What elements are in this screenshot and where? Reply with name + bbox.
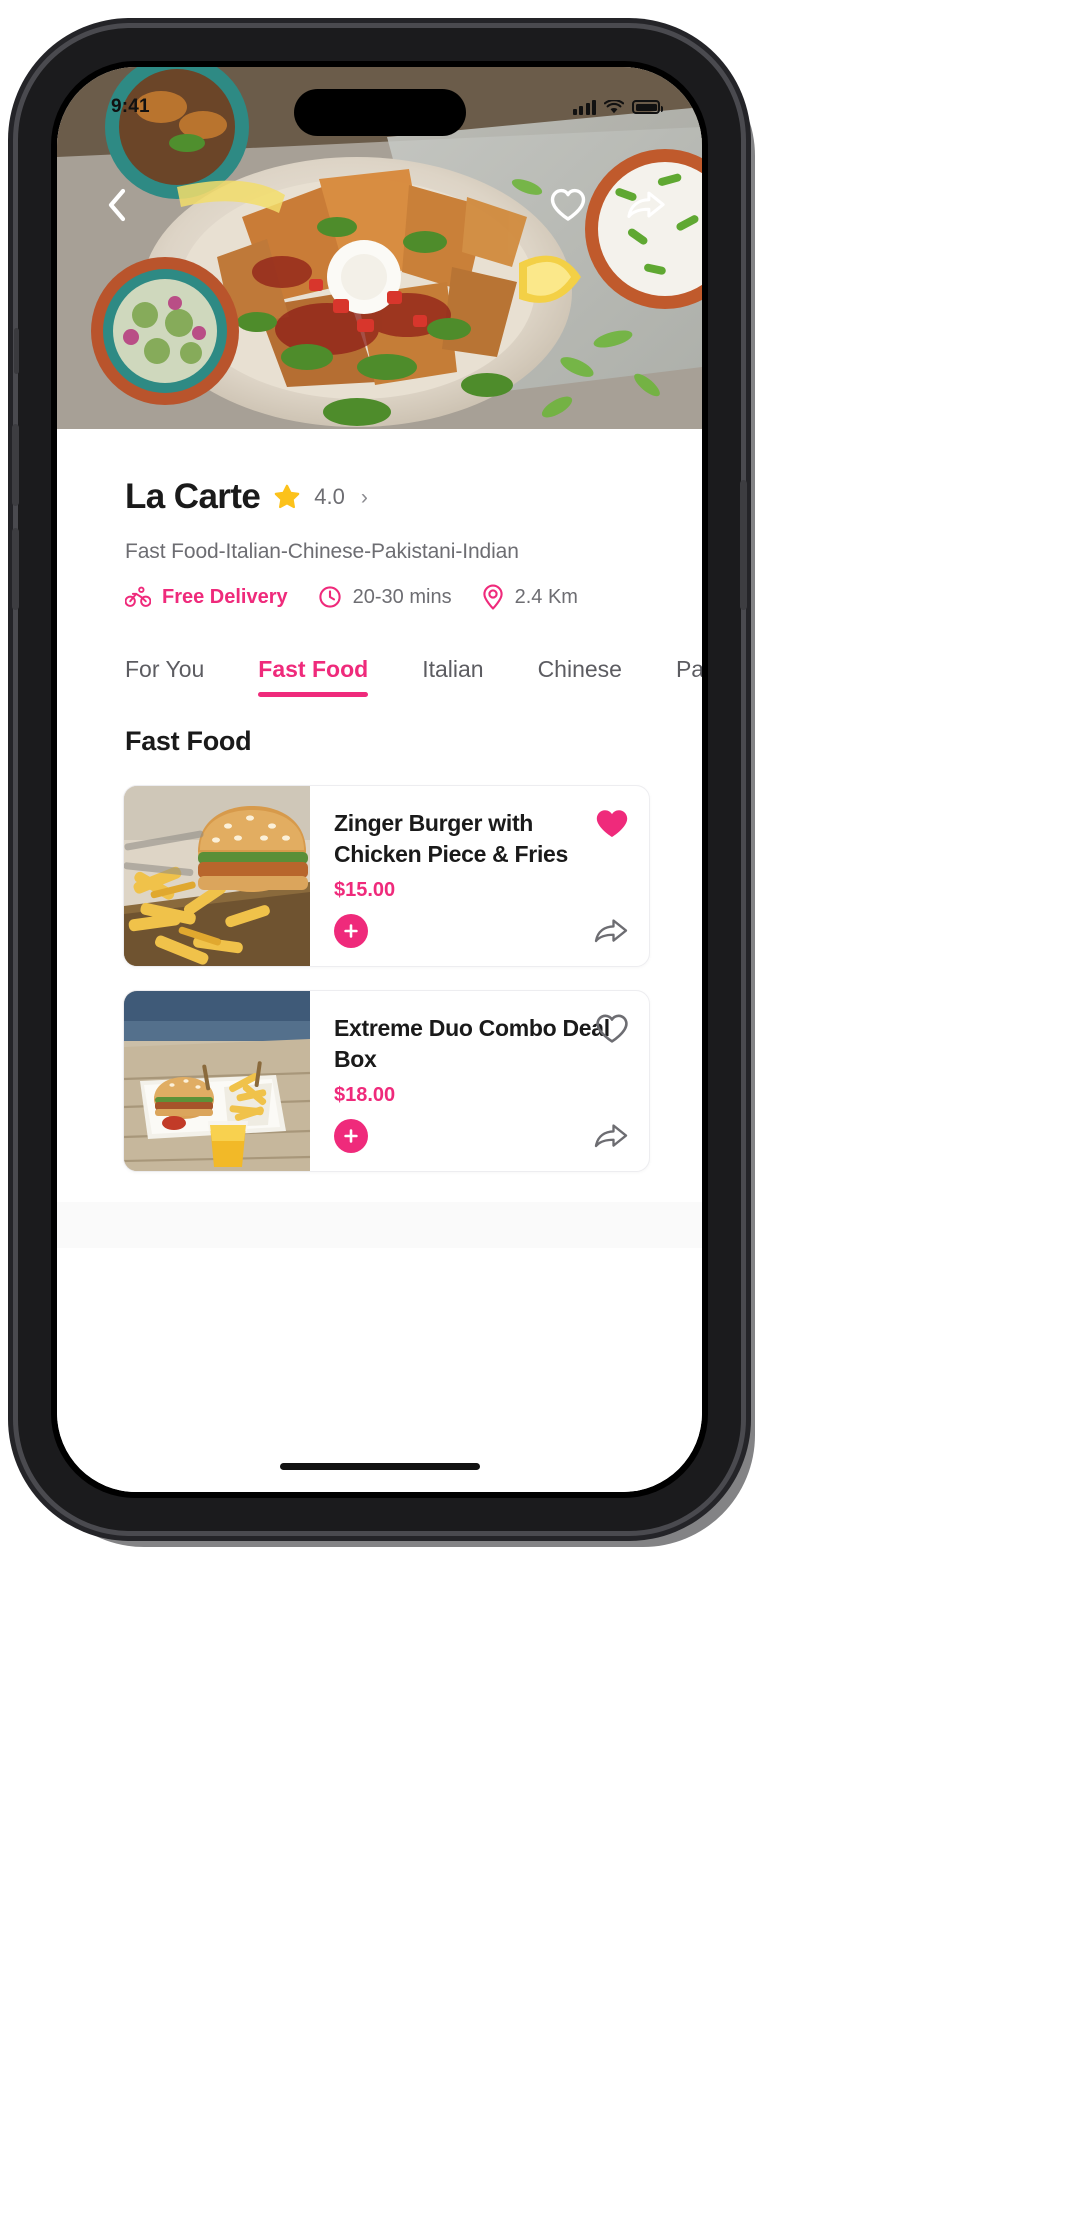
- status-indicators: [572, 99, 663, 115]
- tab-chinese[interactable]: Chinese: [538, 656, 622, 697]
- section-heading: Fast Food: [125, 726, 252, 756]
- wifi-icon: [604, 99, 624, 113]
- restaurant-title-row: La Carte 4.0 ›: [57, 429, 702, 517]
- meta-label: 2.4 Km: [514, 585, 578, 608]
- zinger-burger-photo: [124, 786, 310, 966]
- power-button[interactable]: [740, 480, 747, 610]
- menu-item-price: $18.00: [334, 1084, 396, 1107]
- back-chevron-icon[interactable]: [97, 185, 137, 225]
- menu-item-price: $15.00: [334, 879, 396, 902]
- restaurant-detail-sheet: La Carte 4.0 › Fast Food-Italian-Chinese…: [57, 429, 702, 1492]
- phone-frame: 9:41 La Carte 4.0 › Fast Food-Italian-Ch…: [12, 28, 747, 1531]
- screenshot-stage: 9:41 La Carte 4.0 › Fast Food-Italian-Ch…: [0, 0, 1075, 2219]
- home-indicator[interactable]: [279, 1463, 480, 1470]
- list-bottom-spacer: [57, 1202, 702, 1248]
- menu-item-actions: [334, 1119, 629, 1153]
- share-arrow-icon[interactable]: [593, 916, 629, 946]
- clock-icon: [318, 586, 341, 608]
- status-time: 9:41: [111, 96, 150, 117]
- cellular-bars-icon: [572, 99, 596, 115]
- meta-free-delivery: Free Delivery: [125, 586, 288, 609]
- star-icon: [274, 484, 300, 509]
- menu-item-name: Extreme Duo Combo Deal Box: [334, 1015, 610, 1072]
- category-tabs[interactable]: For You Fast Food Italian Chinese Paki: [57, 610, 702, 702]
- phone-bezel: 9:41 La Carte 4.0 › Fast Food-Italian-Ch…: [51, 61, 708, 1498]
- rating-value: 4.0: [314, 484, 345, 509]
- menu-item-details: Extreme Duo Combo Deal Box $18.00: [310, 991, 649, 1171]
- menu-item-list: Zinger Burger with Chicken Piece & Fries…: [57, 757, 702, 1172]
- hero-action-group: [548, 185, 666, 225]
- page-title: La Carte: [125, 477, 261, 516]
- menu-item-thumbnail: [124, 786, 310, 966]
- tab-italian[interactable]: Italian: [422, 656, 483, 697]
- plus-icon[interactable]: [334, 914, 368, 948]
- delivery-meta-row: Free Delivery 20-30 mins 2.4 Km: [57, 564, 702, 610]
- meta-delivery-time: 20-30 mins: [318, 585, 452, 609]
- heart-outline-icon[interactable]: [595, 1013, 629, 1049]
- volume-up-button[interactable]: [12, 424, 19, 506]
- menu-item-thumbnail: [124, 991, 310, 1171]
- share-arrow-icon[interactable]: [626, 185, 666, 225]
- hero-top-actions: [57, 185, 702, 225]
- tab-pakistani[interactable]: Paki: [676, 656, 702, 697]
- phone-screen: 9:41 La Carte 4.0 › Fast Food-Italian-Ch…: [57, 67, 702, 1492]
- menu-item-name: Zinger Burger with Chicken Piece & Fries: [334, 810, 569, 867]
- share-arrow-icon[interactable]: [593, 1121, 629, 1151]
- list-item[interactable]: Extreme Duo Combo Deal Box $18.00: [123, 990, 650, 1172]
- meta-distance: 2.4 Km: [482, 584, 578, 610]
- menu-item-details: Zinger Burger with Chicken Piece & Fries…: [310, 786, 649, 966]
- battery-icon: [632, 100, 663, 114]
- silent-switch[interactable]: [14, 328, 19, 374]
- meta-label: Free Delivery: [162, 585, 288, 608]
- duo-combo-photo: [124, 991, 310, 1171]
- chevron-right-icon[interactable]: ›: [361, 487, 368, 508]
- volume-down-button[interactable]: [12, 528, 19, 610]
- meta-label: 20-30 mins: [352, 585, 452, 608]
- tab-fast-food[interactable]: Fast Food: [258, 656, 368, 697]
- bicycle-icon: [125, 586, 151, 607]
- location-pin-icon: [482, 584, 503, 610]
- list-item[interactable]: Zinger Burger with Chicken Piece & Fries…: [123, 785, 650, 967]
- cuisine-tags: Fast Food-Italian-Chinese-Pakistani-Indi…: [125, 540, 519, 563]
- dynamic-island: [293, 89, 466, 136]
- tab-for-you[interactable]: For You: [125, 656, 204, 697]
- heart-outline-icon[interactable]: [548, 185, 588, 225]
- menu-item-actions: [334, 914, 629, 948]
- heart-filled-icon[interactable]: [595, 808, 629, 844]
- plus-icon[interactable]: [334, 1119, 368, 1153]
